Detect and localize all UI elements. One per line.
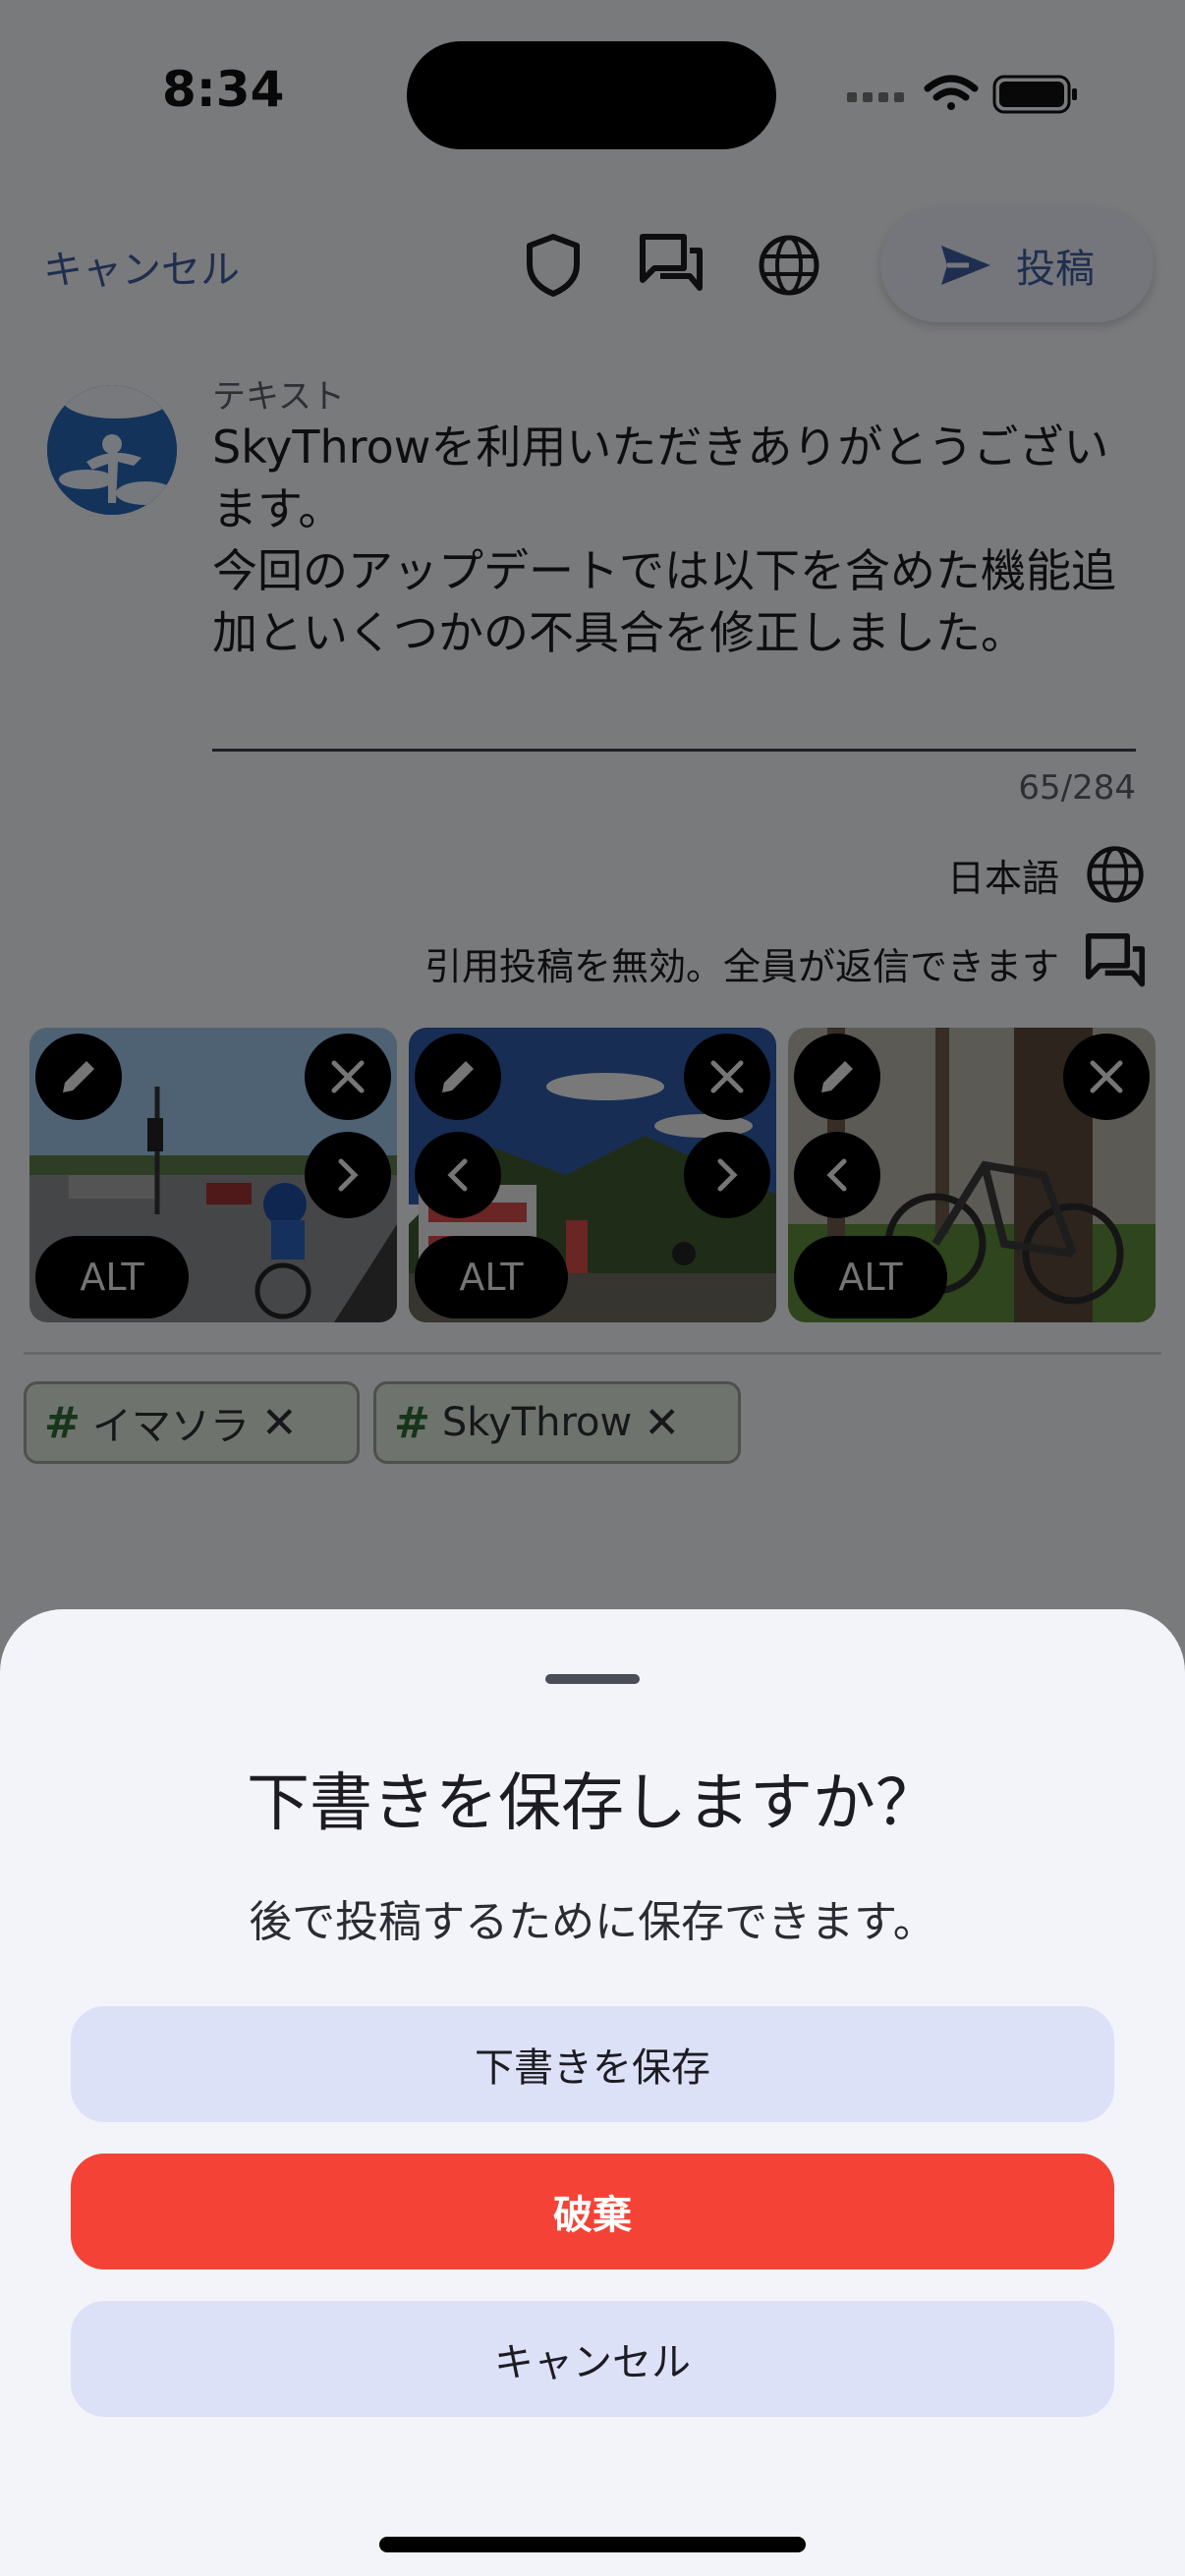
sheet-grabber[interactable] <box>545 1674 640 1684</box>
sheet-cancel-button[interactable]: キャンセル <box>71 2301 1114 2417</box>
discard-button[interactable]: 破棄 <box>71 2154 1114 2269</box>
sheet-title: 下書きを保存しますか？ <box>247 1767 938 1840</box>
save-draft-button[interactable]: 下書きを保存 <box>71 2006 1114 2122</box>
sheet-subtitle: 後で投稿するために保存できます。 <box>249 1897 936 1947</box>
home-indicator <box>379 2537 806 2552</box>
